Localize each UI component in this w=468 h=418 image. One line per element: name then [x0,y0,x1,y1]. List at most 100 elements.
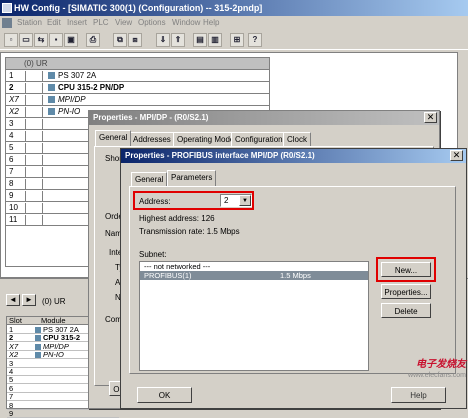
watermark-brand: 电子发烧友 [416,359,466,370]
save-icon[interactable]: ▪ [49,33,63,47]
tab-parameters[interactable]: Parameters [167,170,217,186]
tab-clock[interactable]: Clock [283,132,312,146]
new-icon[interactable]: ▫ [4,33,18,47]
rack-module: PS 307 2A [46,71,96,81]
menu-insert[interactable]: Insert [67,16,87,30]
rack-slot: 9 [6,191,26,202]
rack-row[interactable]: X7 MPI/DP [6,95,269,106]
tab-configuration[interactable]: Configuration [231,132,287,146]
rack-module-label: PS 307 2A [58,71,97,80]
rack-slot-icon-cell [28,179,43,190]
rack-slot-icon-cell [28,95,43,106]
rack-slot-icon-cell [28,71,43,82]
module-icon [35,335,41,342]
catalog-icon[interactable]: ▤ [193,33,207,47]
rack-row[interactable]: 1 PS 307 2A [6,71,269,82]
paste-icon[interactable]: ⧈ [128,33,142,47]
print-icon[interactable]: ⎙ [86,33,100,47]
menu-window[interactable]: Window [172,16,200,30]
rack-module-label: MPI/DP [58,95,86,104]
window-system-icon[interactable] [2,18,12,28]
module-icon [48,72,55,79]
module-icon [48,84,55,91]
rack-slot-icon-cell [28,191,43,202]
menu-plc[interactable]: PLC [93,16,109,30]
rack-slot-icon-cell [28,119,43,130]
subnet-list[interactable]: --- not networked --- PROFIBUS(1) 1.5 Mbps [139,261,369,371]
rack-slot: 4 [6,131,26,142]
subnet-name: PROFIBUS(1) [144,271,192,280]
copy-icon[interactable]: ⧉ [113,33,127,47]
profibus-dialog-title: Properties - PROFIBUS interface MPI/DP (… [121,149,466,163]
configure-network-icon[interactable]: ⊞ [230,33,244,47]
subnet-properties-button[interactable]: Properties... [381,284,431,299]
tab-general-profibus[interactable]: General [131,172,168,186]
transmission-rate-text: Transmission rate: 1.5 Mbps [139,227,240,236]
menu-edit[interactable]: Edit [47,16,61,30]
menu-view[interactable]: View [115,16,132,30]
menu-help[interactable]: Help [203,16,219,30]
tab-addresses[interactable]: Addresses [129,132,175,146]
rack-slot-icon-cell [28,167,43,178]
help-icon[interactable]: ? [248,33,262,47]
watermark-url: www.elecfans.com [408,372,466,379]
profibus-close-icon[interactable]: ✕ [450,150,463,161]
rack-module: CPU 315-2 PN/DP [46,83,124,93]
rack-slot-icon-cell [28,203,43,214]
delete-subnet-button[interactable]: Delete [381,303,431,318]
forward-arrow-icon[interactable]: ► [22,294,36,306]
menu-station[interactable]: Station [17,16,42,30]
rack-slot: 8 [6,179,26,190]
module-name: PN-IO [43,350,64,360]
site-watermark: 电子发烧友 www.elecfans.com [380,355,466,405]
module-icon [35,352,41,359]
subnet-name: --- not networked --- [144,262,211,271]
module-icon [35,327,41,333]
app-title-bar: HW Config - [SIMATIC 300(1) (Configurati… [0,0,468,16]
hw-config-icon [2,3,12,13]
rack-module: MPI/DP [46,95,86,105]
rack-slot: 10 [6,203,26,214]
open-online-icon[interactable]: ⇆ [34,33,48,47]
subnet-item[interactable]: PROFIBUS(1) 1.5 Mbps [140,271,368,280]
subnet-rate: 1.5 Mbps [280,271,311,280]
open-icon[interactable]: ▭ [19,33,33,47]
slot-header: Slot [9,316,22,325]
new-button-highlight-box [376,257,436,282]
rack-slot: 6 [6,155,26,166]
rack-slot: 3 [6,119,26,130]
menu-bar: Station Edit Insert PLC View Options Win… [0,16,468,30]
mpi-dialog-title: Properties - MPI/DP - (R0/S2.1) [89,111,439,125]
address-highlight-box [133,191,254,210]
back-arrow-icon[interactable]: ◄ [6,294,20,306]
save-compile-icon[interactable]: ▣ [64,33,78,47]
lower-rack-label: (0) UR [42,297,66,306]
rack-header: (0) UR [6,58,269,70]
network-view-icon[interactable]: ▥ [208,33,222,47]
subnet-item[interactable]: --- not networked --- [140,262,368,271]
rack-slot: 1 [6,71,26,82]
tab-general[interactable]: General [95,130,132,146]
subnet-label: Subnet: [139,250,167,259]
module-table-row[interactable]: 9 [7,410,119,418]
module-slot: 7 [9,392,14,402]
rack-slot-icon-cell [28,83,43,94]
download-icon[interactable]: ⇓ [156,33,170,47]
mpi-close-icon[interactable]: ✕ [424,112,437,123]
module-icon [48,96,55,103]
upload-icon[interactable]: ⇑ [171,33,185,47]
app-title: HW Config - [SIMATIC 300(1) (Configurati… [14,3,263,13]
profibus-ok-button[interactable]: OK [137,387,192,403]
rack-slot-icon-cell [28,155,43,166]
tab-operating-mode[interactable]: Operating Mode [173,132,239,146]
rack-module-label: PN-IO [58,107,81,116]
menu-options[interactable]: Options [138,16,166,30]
rack-module-label: CPU 315-2 PN/DP [58,83,125,92]
rack-slot: 11 [6,215,26,226]
rack-slot: 7 [6,167,26,178]
rack-row[interactable]: 2 CPU 315-2 PN/DP [6,83,269,94]
module-name-cell: PN-IO [33,351,64,359]
toolbar: ▫ ▭ ⇆ ▪ ▣ ⎙ ⧉ ⧈ ⇓ ⇑ ▤ ▥ ⊞ ? [0,30,468,50]
rack-module: PN-IO [46,107,80,117]
rack-slot-icon-cell [28,143,43,154]
